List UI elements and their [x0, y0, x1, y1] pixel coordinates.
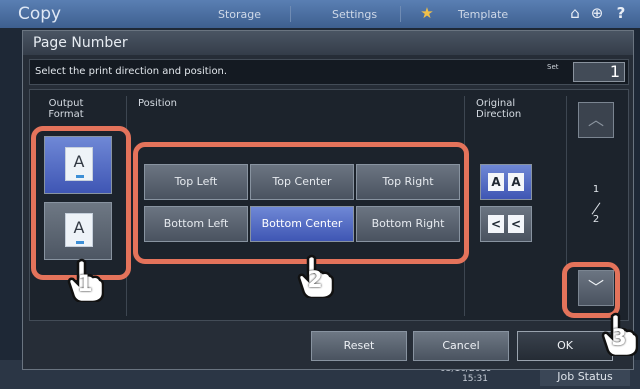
cancel-button[interactable]: Cancel — [413, 331, 509, 361]
page-glyph: A — [73, 152, 85, 171]
direction-glyph: < — [488, 215, 504, 233]
tab-divider — [400, 6, 401, 22]
page-total: 2 — [592, 214, 600, 225]
instruction-text: Select the print direction and position. — [35, 66, 228, 77]
status-time: 15:31 — [462, 374, 488, 384]
column-divider — [464, 96, 465, 316]
position-bottom-right-button[interactable]: Bottom Right — [356, 206, 460, 242]
position-top-right-button[interactable]: Top Right — [356, 164, 460, 200]
globe-icon[interactable]: ⊕ — [588, 4, 606, 22]
callout-number: 1 — [77, 272, 93, 297]
output-format-option-1[interactable]: A — [44, 136, 112, 194]
page-number-dialog: Page Number Select the print direction a… — [22, 30, 634, 370]
home-icon[interactable]: ⌂ — [566, 4, 584, 22]
output-format-header: Output Format — [48, 98, 84, 120]
star-icon[interactable]: ★ — [418, 4, 436, 22]
screen: Copy Storage Settings ★ Template ⌂ ⊕ ? 0… — [0, 0, 640, 389]
position-top-left-button[interactable]: Top Left — [144, 164, 248, 200]
set-count-field[interactable]: 1 — [573, 62, 625, 82]
page-up-button[interactable]: ︿ — [578, 102, 614, 138]
chevron-down-icon: ﹀ — [587, 278, 604, 297]
help-icon[interactable]: ? — [612, 4, 630, 22]
direction-glyph: < — [508, 215, 524, 233]
page-number-mark — [76, 175, 84, 178]
message-bar: Select the print direction and position.… — [29, 59, 629, 85]
dialog-title: Page Number — [23, 31, 633, 55]
position-bottom-center-button[interactable]: Bottom Center — [250, 206, 354, 242]
column-divider — [126, 96, 127, 316]
tab-settings[interactable]: Settings — [332, 8, 377, 21]
column-divider — [566, 96, 567, 316]
callout-number: 2 — [307, 268, 323, 293]
tab-divider — [290, 6, 291, 22]
direction-glyph: A — [488, 173, 504, 191]
callout-number: 3 — [611, 326, 627, 351]
reset-button[interactable]: Reset — [311, 331, 407, 361]
tab-storage[interactable]: Storage — [218, 8, 261, 21]
position-top-center-button[interactable]: Top Center — [250, 164, 354, 200]
direction-portrait-button[interactable]: A A — [480, 164, 532, 200]
callout-3-hand-icon: 3 — [598, 312, 639, 358]
job-status-button[interactable]: Job Status — [540, 368, 630, 386]
position-bottom-left-button[interactable]: Bottom Left — [144, 206, 248, 242]
tab-template[interactable]: Template — [458, 8, 508, 21]
page-top-number-icon: A — [65, 147, 93, 181]
chevron-up-icon: ︿ — [587, 110, 604, 129]
callout-1-hand-icon: 1 — [64, 258, 105, 304]
direction-rotated-button[interactable]: < < — [480, 206, 532, 242]
page-glyph: A — [73, 218, 85, 237]
page-number-mark — [76, 241, 84, 244]
callout-2-hand-icon: 2 — [294, 254, 335, 300]
set-label: Set — [547, 63, 559, 71]
direction-glyph: A — [508, 173, 524, 191]
page-current: 1 — [592, 184, 600, 195]
output-format-option-2[interactable]: A — [44, 202, 112, 260]
app-header: Copy Storage Settings ★ Template ⌂ ⊕ ? — [0, 0, 640, 28]
page-down-button[interactable]: ﹀ — [578, 270, 614, 306]
page-bottom-number-icon: A — [65, 213, 93, 247]
app-title: Copy — [18, 4, 62, 24]
original-direction-header: Original Direction — [476, 98, 522, 120]
position-header: Position — [138, 98, 177, 109]
page-separator — [591, 202, 601, 215]
